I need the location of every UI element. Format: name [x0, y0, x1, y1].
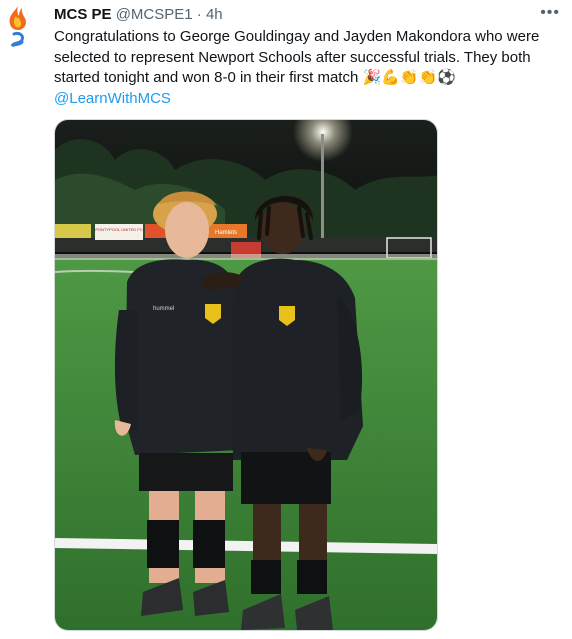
more-options-icon[interactable]: •••: [540, 4, 560, 22]
flame-logo-icon: [9, 6, 26, 48]
avatar[interactable]: [4, 4, 32, 52]
shorts: [139, 453, 233, 491]
tweet-emojis: 🎉💪👏👏⚽: [362, 69, 456, 86]
sock: [147, 520, 179, 568]
sock: [251, 560, 281, 594]
handle[interactable]: @MCSPE1: [116, 6, 193, 23]
sock: [193, 520, 225, 568]
banner: [55, 224, 91, 238]
tweet-text: Congratulations to George Gouldingay and…: [54, 27, 554, 89]
tweet-header: MCS PE @MCSPE1 · 4h: [54, 5, 223, 25]
timestamp[interactable]: 4h: [206, 6, 223, 23]
banner-text: PONTYPOOL UNITED FC: [95, 227, 142, 232]
mention-link[interactable]: @LearnWithMCS: [54, 89, 171, 109]
pitch-line: [55, 538, 437, 554]
photo-illustration: PONTYPOOL UNITED FC Hamlets hummel: [55, 120, 437, 630]
banner-text: Hamlets: [215, 230, 237, 236]
shirt-brand: hummel: [153, 306, 174, 312]
display-name[interactable]: MCS PE: [54, 6, 112, 23]
tweet-body: Congratulations to George Gouldingay and…: [54, 28, 540, 86]
sock: [297, 560, 327, 594]
tweet-photo[interactable]: PONTYPOOL UNITED FC Hamlets hummel: [54, 119, 438, 631]
separator-dot: ·: [192, 6, 206, 23]
tweet[interactable]: MCS PE @MCSPE1 · 4h ••• Congratulations …: [0, 0, 572, 639]
